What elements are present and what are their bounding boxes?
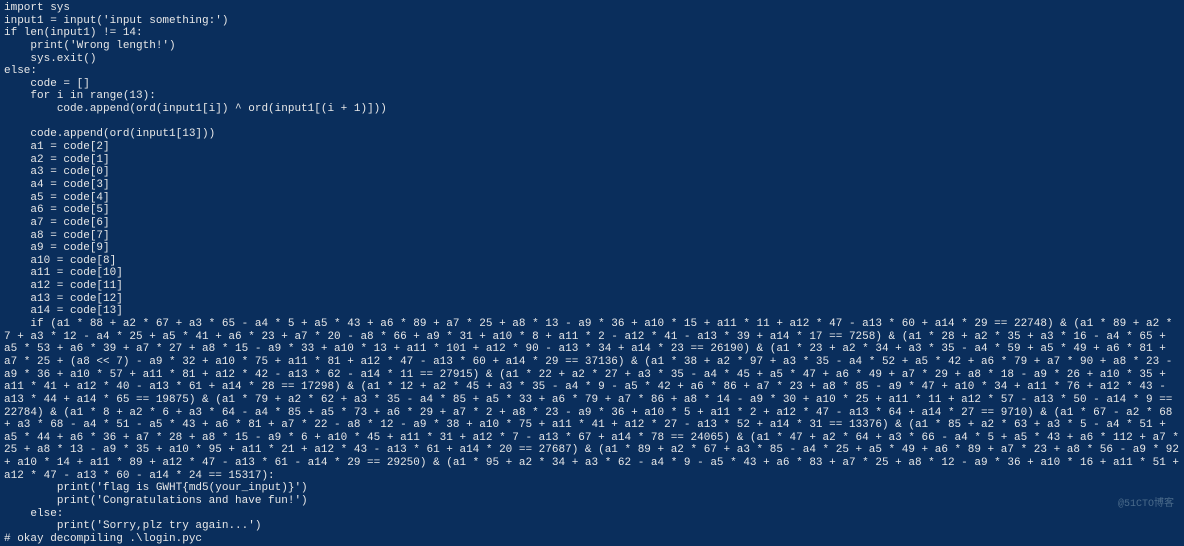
code-line: a11 = code[10]: [4, 267, 123, 279]
code-line: a5 = code[4]: [4, 192, 110, 204]
code-line: a13 = code[12]: [4, 293, 123, 305]
code-line: a4 = code[3]: [4, 179, 110, 191]
code-line: code.append(ord(input1[i]) ^ ord(input1[…: [4, 103, 387, 115]
code-line: a6 = code[5]: [4, 204, 110, 216]
code-line: print('Sorry,plz try again...'): [4, 520, 261, 532]
code-line: print('flag is GWHT{md5(your_input)}'): [4, 482, 308, 494]
code-line: a1 = code[2]: [4, 141, 110, 153]
code-line: import sys: [4, 2, 70, 14]
code-line: else:: [4, 65, 37, 77]
code-line: a8 = code[7]: [4, 230, 110, 242]
code-condition: if (a1 * 88 + a2 * 67 + a3 * 65 - a4 * 5…: [4, 318, 1184, 482]
code-line: a9 = code[9]: [4, 242, 110, 254]
code-line: a10 = code[8]: [4, 255, 116, 267]
code-line: print('Congratulations and have fun!'): [4, 495, 308, 507]
code-line: code = []: [4, 78, 90, 90]
code-line: if len(input1) != 14:: [4, 27, 143, 39]
code-line: a3 = code[0]: [4, 166, 110, 178]
code-line: code.append(ord(input1[13])): [4, 128, 215, 140]
terminal-output: import sys input1 = input('input somethi…: [4, 2, 1180, 546]
code-line: else:: [4, 508, 63, 520]
code-line: sys.exit(): [4, 53, 96, 65]
code-line: input1 = input('input something:'): [4, 15, 228, 27]
watermark: @51CTO博客: [1118, 499, 1174, 511]
code-line: a2 = code[1]: [4, 154, 110, 166]
code-line: # okay decompiling .\login.pyc: [4, 533, 202, 545]
code-line: a7 = code[6]: [4, 217, 110, 229]
code-line: a14 = code[13]: [4, 305, 123, 317]
code-line: print('Wrong length!'): [4, 40, 176, 52]
code-line: for i in range(13):: [4, 90, 156, 102]
code-line: a12 = code[11]: [4, 280, 123, 292]
